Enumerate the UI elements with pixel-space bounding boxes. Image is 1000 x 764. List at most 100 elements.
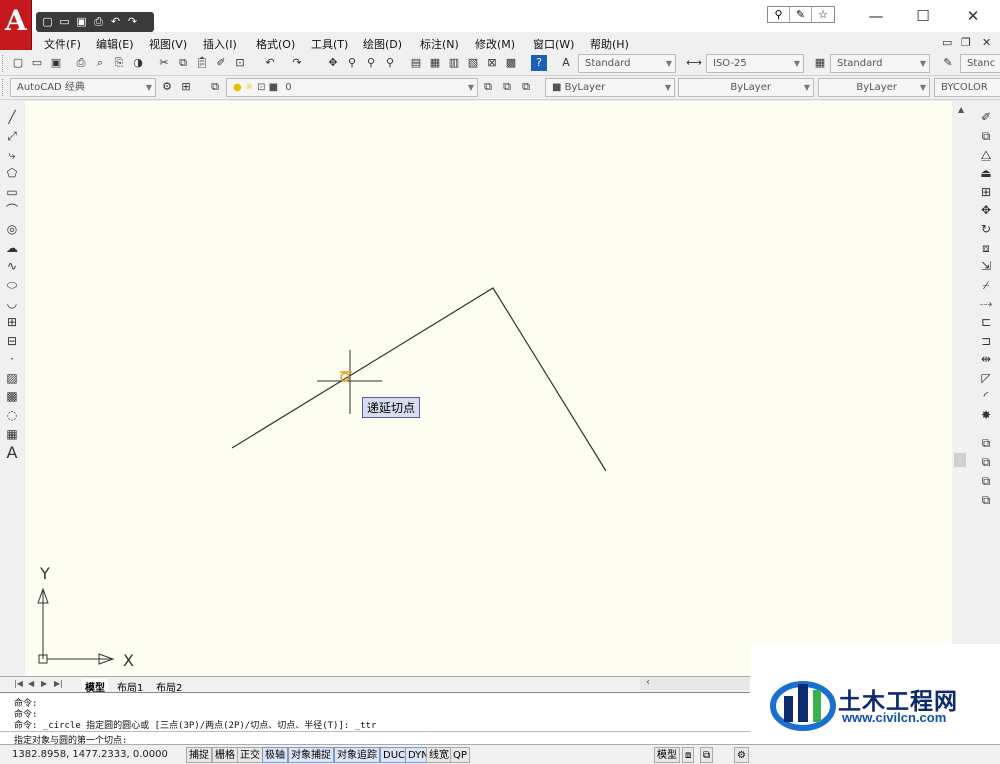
- layer-state-icon[interactable]: ⧉: [518, 79, 534, 95]
- open-icon[interactable]: ▭: [29, 55, 45, 71]
- plot-preview-icon[interactable]: ⌕: [92, 55, 108, 71]
- text-style-select[interactable]: Standard ▼: [578, 54, 676, 73]
- quick-view-drawings-icon[interactable]: ⧉: [700, 747, 714, 763]
- copy-object-icon[interactable]: ⧉: [977, 127, 995, 145]
- tab-nav-next-icon[interactable]: ▶: [41, 679, 47, 688]
- zoom-window-icon[interactable]: ⚲: [363, 55, 379, 71]
- toggle-polar[interactable]: 极轴: [262, 747, 288, 763]
- publish-icon[interactable]: ⎘: [111, 55, 127, 71]
- print-icon[interactable]: ⎙: [91, 14, 106, 29]
- vertical-scrollbar[interactable]: ▲: [952, 101, 972, 676]
- design-center-icon[interactable]: ▦: [427, 55, 443, 71]
- open-icon[interactable]: ▭: [57, 14, 72, 29]
- block-editor-icon[interactable]: ⊡: [232, 55, 248, 71]
- array-icon[interactable]: ⊞: [977, 183, 995, 201]
- send-under-icon[interactable]: ⧉: [977, 491, 995, 509]
- paste-icon[interactable]: 📋︎: [194, 55, 210, 71]
- join-icon[interactable]: ⇹: [977, 350, 995, 368]
- markup-icon[interactable]: ⊠: [484, 55, 500, 71]
- 3d-dwf-icon[interactable]: ◑: [130, 55, 146, 71]
- linetype-control-select[interactable]: ByLayer ▼: [678, 78, 814, 97]
- favorites-icon[interactable]: ☆: [812, 7, 834, 22]
- layer-select[interactable]: ● ☼ ⊡ ■ 0 ▼: [226, 78, 478, 97]
- command-line-input[interactable]: 指定对象与圆的第一个切点:: [0, 731, 750, 746]
- layer-previous-icon[interactable]: ⧉: [499, 79, 515, 95]
- ellipse-icon[interactable]: ⬭: [3, 276, 21, 294]
- tab-nav-first-icon[interactable]: |◀: [14, 679, 23, 688]
- subscription-icon[interactable]: ✎: [790, 7, 812, 22]
- gradient-icon[interactable]: ▩: [3, 387, 21, 405]
- application-menu-button[interactable]: A: [0, 0, 32, 50]
- tab-nav-last-icon[interactable]: ▶|: [54, 679, 63, 688]
- table-style-select[interactable]: Standard ▼: [830, 54, 930, 73]
- bring-to-front-icon[interactable]: ⧉: [977, 434, 995, 452]
- cut-icon[interactable]: ✂: [156, 55, 172, 71]
- fillet-icon[interactable]: ◜: [977, 387, 995, 405]
- chamfer-icon[interactable]: ◸: [977, 369, 995, 387]
- polyline-object[interactable]: [231, 287, 607, 472]
- redo-icon[interactable]: ↷: [289, 55, 305, 71]
- ellipse-arc-icon[interactable]: ◡: [3, 294, 21, 312]
- menu-file[interactable]: 文件(F): [44, 36, 81, 52]
- maximize-button[interactable]: ☐: [900, 4, 946, 28]
- menu-tools[interactable]: 工具(T): [311, 36, 348, 52]
- menu-draw[interactable]: 绘图(D): [363, 36, 402, 52]
- toggle-grid[interactable]: 栅格: [212, 747, 238, 763]
- point-icon[interactable]: ·: [3, 350, 21, 368]
- insert-block-icon[interactable]: ⊞: [3, 313, 21, 331]
- quick-view-layouts-icon[interactable]: ⧈: [682, 747, 695, 763]
- zoom-realtime-icon[interactable]: ⚲: [344, 55, 360, 71]
- sheet-set-icon[interactable]: ▧: [465, 55, 481, 71]
- color-control-select[interactable]: ■ ByLayer ▼: [545, 78, 675, 97]
- menu-edit[interactable]: 编辑(E): [96, 36, 134, 52]
- toggle-lineweight[interactable]: 线宽: [426, 747, 452, 763]
- region-icon[interactable]: ◌: [3, 406, 21, 424]
- save-icon[interactable]: ▣: [74, 14, 89, 29]
- break-icon[interactable]: ⊐: [977, 332, 995, 350]
- toggle-osnap[interactable]: 对象捕捉: [288, 747, 334, 763]
- close-button[interactable]: ✕: [950, 4, 996, 28]
- scroll-left-icon[interactable]: ‹: [646, 677, 650, 688]
- new-icon[interactable]: ▢: [40, 14, 55, 29]
- workspace-icon[interactable]: ⊞: [178, 79, 194, 95]
- menu-window[interactable]: 窗口(W): [533, 36, 574, 52]
- arc-icon[interactable]: ⌒: [3, 201, 21, 219]
- erase-icon[interactable]: ✐: [977, 108, 995, 126]
- dim-style-icon[interactable]: ⟷: [686, 55, 702, 71]
- help-icon[interactable]: ?: [531, 55, 547, 71]
- bring-above-icon[interactable]: ⧉: [977, 472, 995, 490]
- vertical-scroll-thumb[interactable]: [954, 453, 966, 467]
- save-icon[interactable]: ▣: [48, 55, 64, 71]
- scale-icon[interactable]: ⧈: [977, 239, 995, 257]
- move-icon[interactable]: ✥: [977, 201, 995, 219]
- pan-icon[interactable]: ✥: [325, 55, 341, 71]
- qnew-icon[interactable]: ▢: [10, 55, 26, 71]
- toggle-otrack[interactable]: 对象追踪: [334, 747, 380, 763]
- scroll-up-icon[interactable]: ▲: [958, 105, 964, 114]
- redo-icon[interactable]: ↷: [125, 14, 140, 29]
- construction-line-icon[interactable]: ⤢: [3, 127, 21, 145]
- workspace-settings-icon[interactable]: ⚙: [159, 79, 175, 95]
- menu-modify[interactable]: 修改(M): [475, 36, 515, 52]
- copy-icon[interactable]: ⧉: [175, 55, 191, 71]
- explode-icon[interactable]: ✸: [977, 406, 995, 424]
- line-icon[interactable]: ╱: [3, 108, 21, 126]
- minimize-button[interactable]: —: [853, 4, 899, 28]
- model-space-button[interactable]: 模型: [654, 747, 680, 763]
- undo-icon[interactable]: ↶: [108, 14, 123, 29]
- break-at-point-icon[interactable]: ⊏: [977, 313, 995, 331]
- stretch-icon[interactable]: ⇲: [977, 257, 995, 275]
- menu-format[interactable]: 格式(O): [256, 36, 295, 52]
- workspace-select[interactable]: AutoCAD 经典 ▼: [10, 78, 156, 97]
- doc-minimize-button[interactable]: ▭: [942, 36, 952, 49]
- toggle-ortho[interactable]: 正交: [237, 747, 263, 763]
- search-icon[interactable]: ⚲: [768, 7, 790, 22]
- tab-nav-prev-icon[interactable]: ◀: [28, 679, 34, 688]
- spline-icon[interactable]: ∿: [3, 257, 21, 275]
- quickcalc-icon[interactable]: ▩: [503, 55, 519, 71]
- circle-icon[interactable]: ◎: [3, 220, 21, 238]
- dim-style-select[interactable]: ISO-25 ▼: [706, 54, 804, 73]
- make-block-icon[interactable]: ⊟: [3, 332, 21, 350]
- drawing-canvas[interactable]: [25, 101, 952, 676]
- rectangle-icon[interactable]: ▭: [3, 183, 21, 201]
